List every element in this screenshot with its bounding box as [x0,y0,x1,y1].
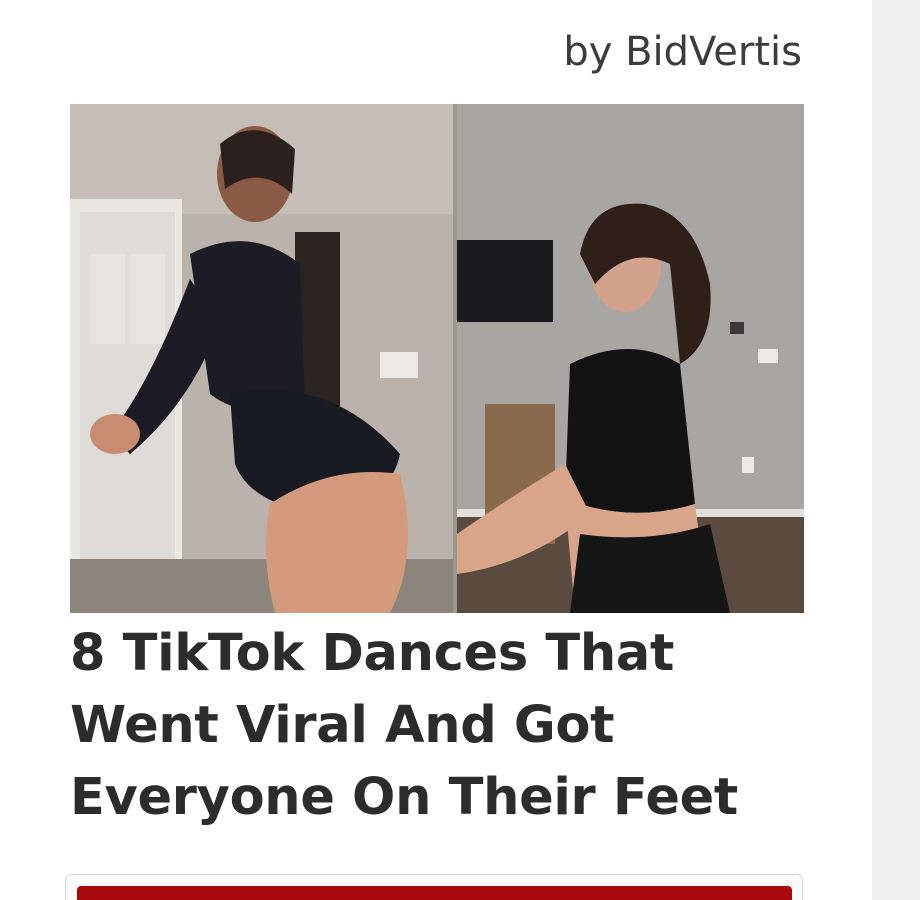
ad-page: by BidVertis 8 TikTok Dances That Went V… [0,0,920,900]
door-panel [90,254,125,344]
sponsor-byline[interactable]: by BidVertis [563,28,802,76]
split-divider [453,104,457,613]
dancer-pants [570,524,730,613]
ad-thumbnail-image[interactable] [70,104,804,613]
ad-headline[interactable]: 8 TikTok Dances That Went Viral And Got … [70,618,810,834]
dancer-top [565,349,695,513]
outlet-icon [758,349,778,363]
outlet-icon [742,457,754,473]
ad-photo-illustration [70,104,804,613]
cta-button[interactable] [77,886,792,900]
outlet-icon [730,322,744,334]
scrollbar-track[interactable] [872,0,920,900]
light-switch [380,352,418,378]
door-panel [130,254,165,344]
dancer-hand [90,414,140,454]
tv-icon [457,240,553,322]
